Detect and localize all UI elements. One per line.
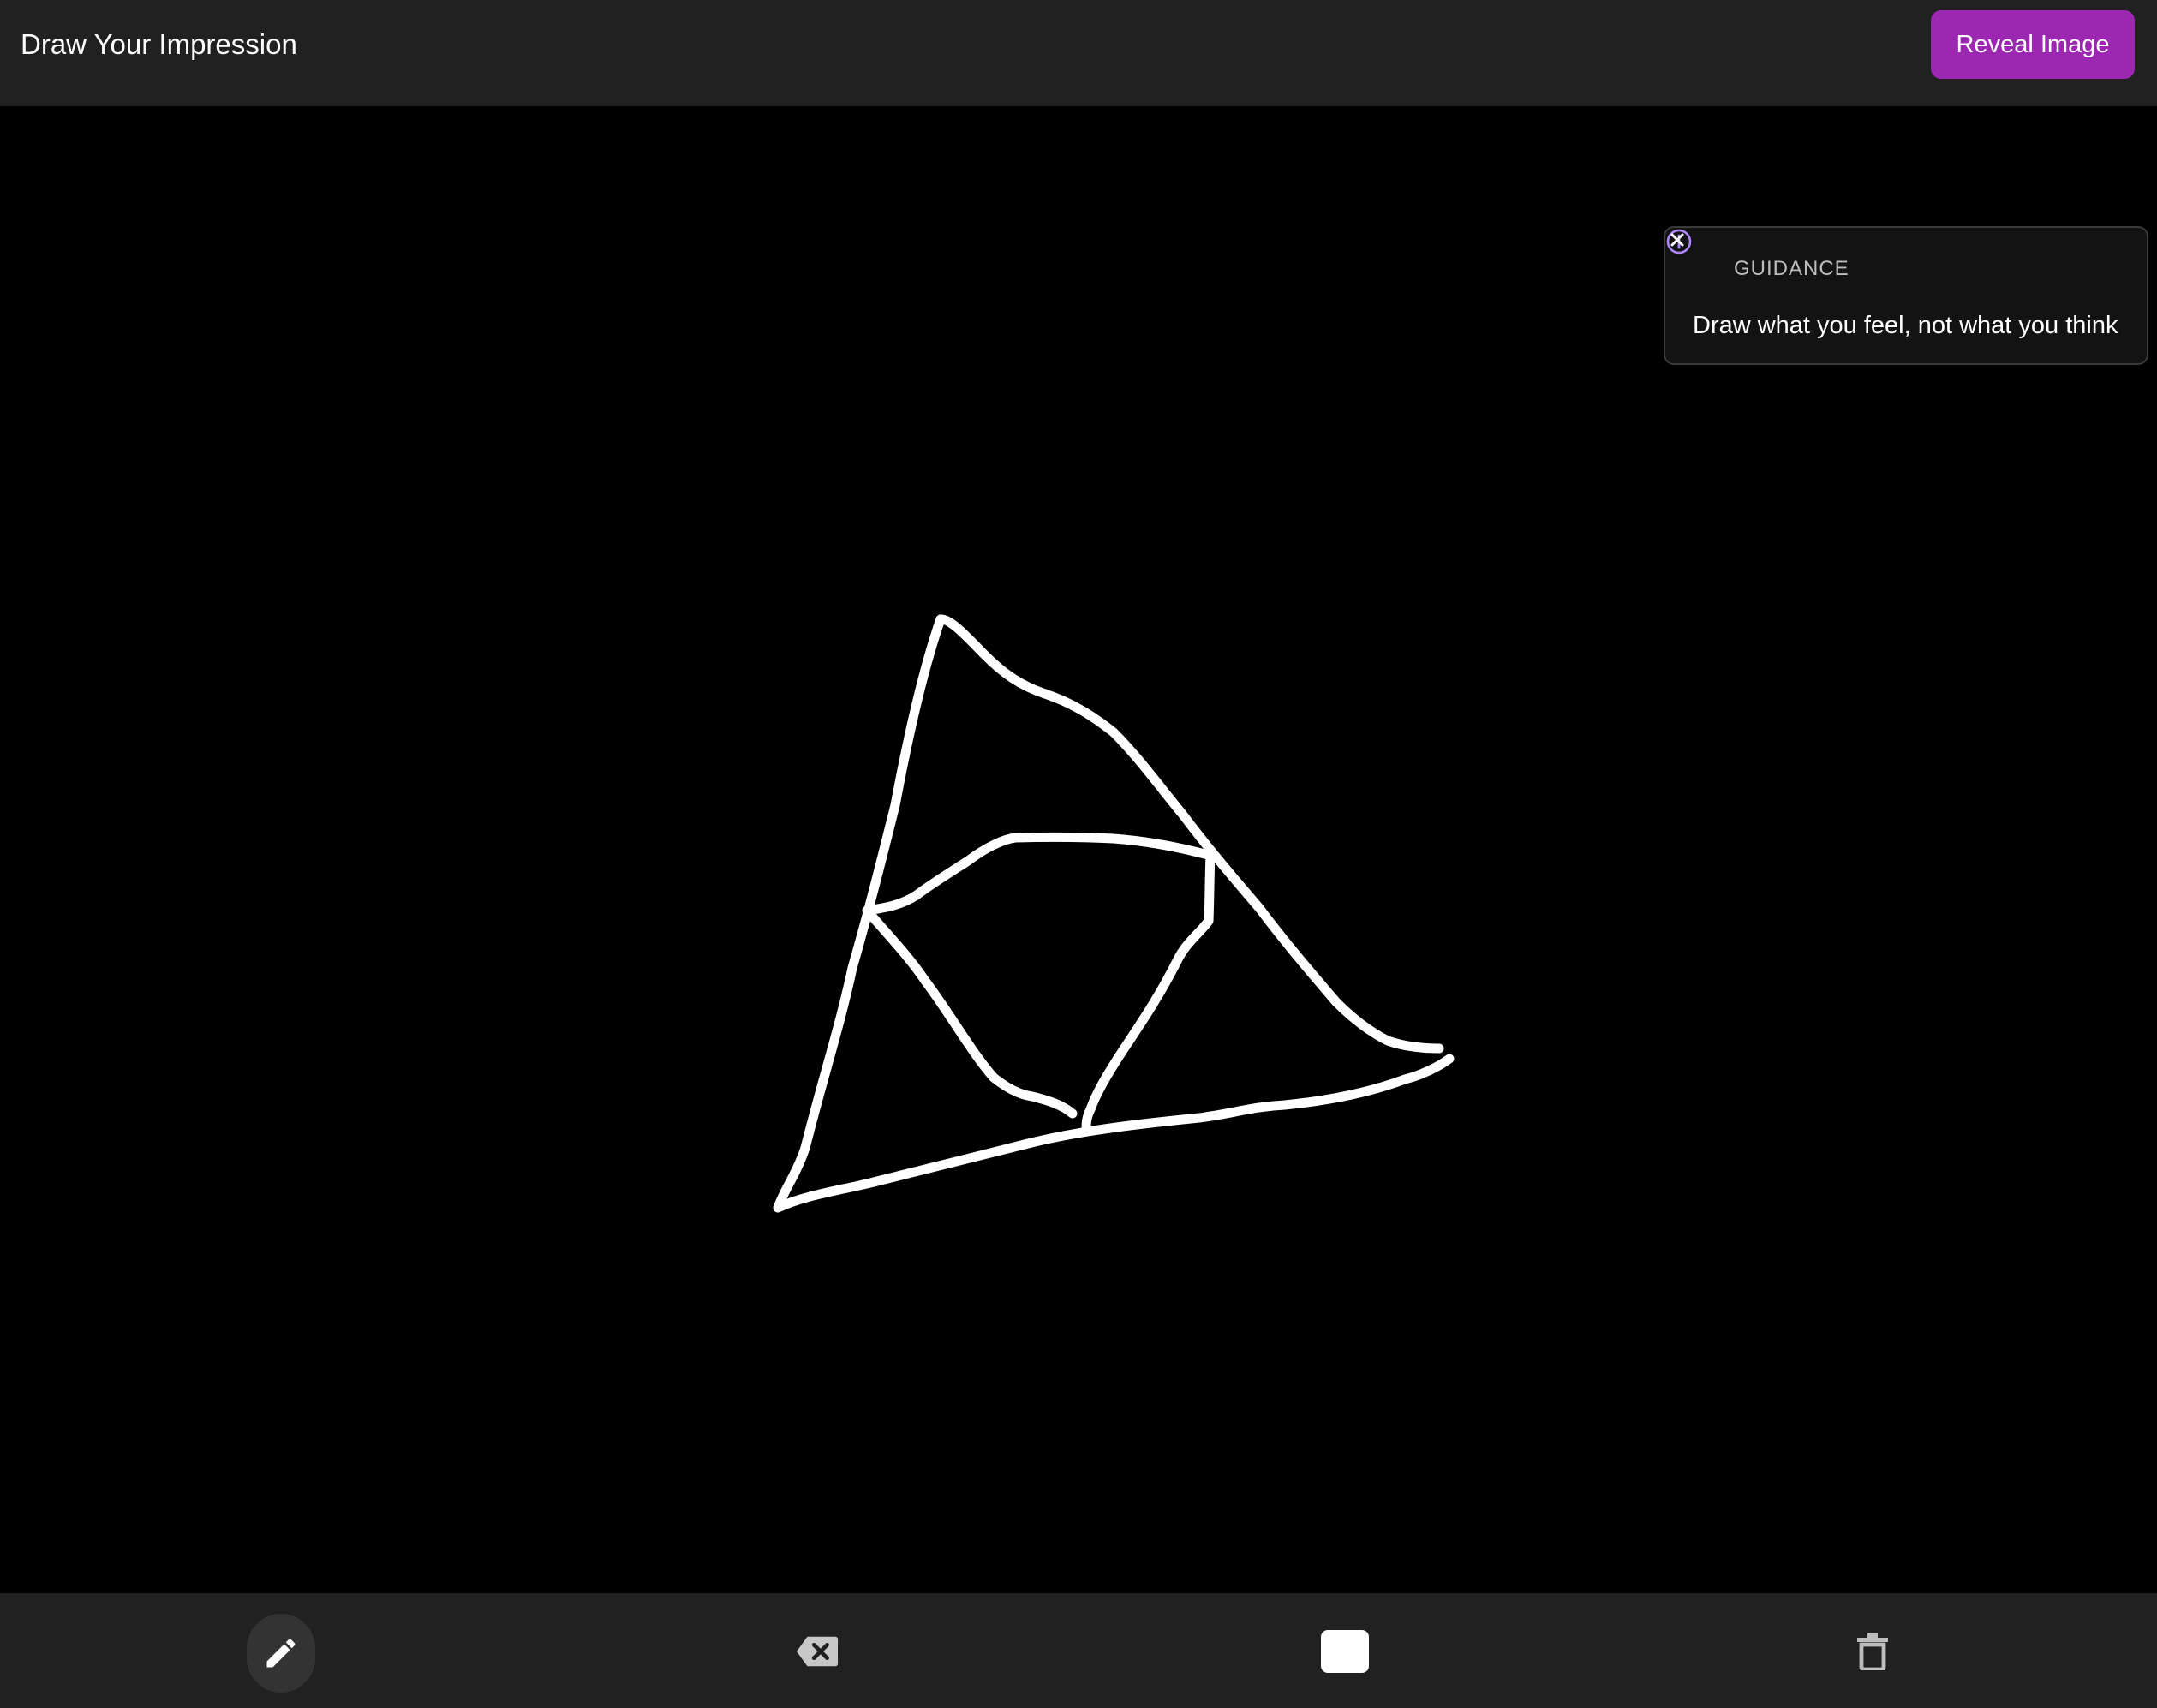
pencil-icon: [266, 1639, 296, 1668]
stroke-outer-triangle: [773, 614, 1455, 1213]
guidance-card: GUIDANCE Draw what you feel, not what yo…: [1664, 226, 2148, 365]
clear-canvas-button[interactable]: [1838, 1614, 1907, 1689]
guidance-text: Draw what you feel, not what you think: [1693, 312, 2118, 339]
bottom-toolbar: [0, 1593, 2157, 1708]
close-icon[interactable]: [1665, 228, 1689, 252]
color-picker-button[interactable]: [1311, 1614, 1379, 1689]
eraser-tool-button[interactable]: [783, 1614, 851, 1689]
stroke-inner-top: [862, 832, 1213, 916]
trash-icon: [1857, 1633, 1888, 1670]
app-title: Draw Your Impression: [21, 28, 297, 60]
stroke-inner-left: [864, 908, 1078, 1119]
pencil-tool-button[interactable]: [247, 1614, 315, 1693]
reveal-image-button[interactable]: Reveal Image: [1931, 10, 2135, 79]
top-bar: Draw Your Impression Reveal Image: [0, 0, 2157, 106]
stroke-inner-right: [1081, 850, 1216, 1134]
backspace-eraser-icon: [796, 1636, 839, 1667]
guidance-heading: GUIDANCE: [1734, 257, 1849, 280]
drawing-canvas[interactable]: GUIDANCE Draw what you feel, not what yo…: [0, 106, 2157, 1593]
color-swatch: [1321, 1630, 1369, 1673]
